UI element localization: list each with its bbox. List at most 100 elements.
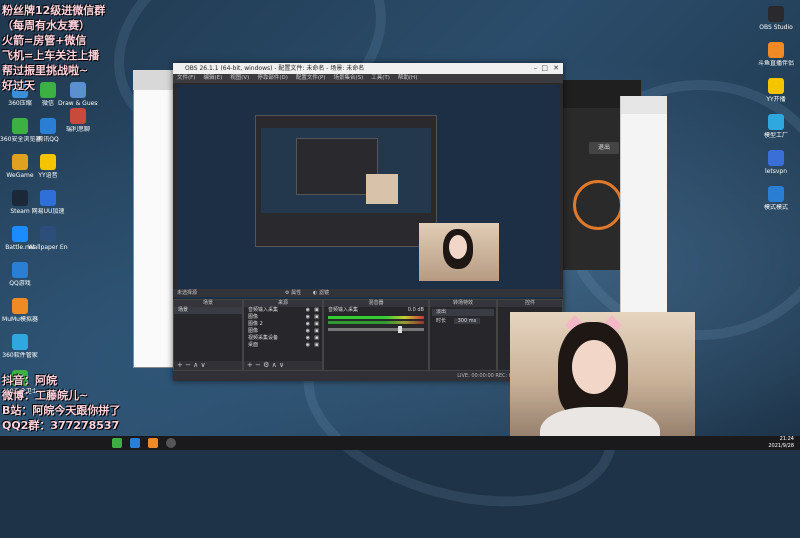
duration-field[interactable]: 300 ms xyxy=(453,318,481,324)
app-icon xyxy=(12,154,28,170)
source-item[interactable]: 图像 ◉ ▣ xyxy=(244,314,322,321)
desktop-icon-label: OBS Studio xyxy=(759,24,793,31)
desktop-icon[interactable]: Draw & Guess xyxy=(58,82,98,107)
filters-button[interactable]: ◐ 滤镜 xyxy=(313,289,329,297)
obs-menu-item[interactable]: 视图(V) xyxy=(230,75,249,81)
eye-icon[interactable]: ◉ xyxy=(306,335,310,342)
lock-icon[interactable]: ▣ xyxy=(314,328,319,335)
desktop-icon[interactable]: YY语音 xyxy=(28,154,68,179)
maximize-icon[interactable]: □ xyxy=(541,63,548,74)
app-icon xyxy=(40,118,56,134)
mixer-dock[interactable]: 混音器 音频输入采集 0.0 dB xyxy=(323,299,429,371)
right-app-button[interactable]: 退出 xyxy=(589,142,619,154)
overlay-text-line: （每周有水友赛） xyxy=(2,19,90,32)
mixer-dock-title: 混音器 xyxy=(324,300,428,307)
properties-button[interactable]: ⚙ 属性 xyxy=(285,289,301,297)
sources-dock-title: 来源 xyxy=(244,300,322,307)
taskbar-app-2[interactable] xyxy=(130,438,140,448)
taskbar-clock[interactable]: 21:24 2021/9/28 xyxy=(768,436,794,450)
source-item[interactable]: 音频输入采集 ◉ ▣ xyxy=(244,307,322,314)
sources-controls[interactable]: + − ⚙ ∧ ∨ xyxy=(244,361,322,370)
source-item[interactable]: 视频采集设备 ◉ ▣ xyxy=(244,335,322,342)
volume-slider[interactable] xyxy=(328,326,424,333)
obs-menu-item[interactable]: 停靠部件(D) xyxy=(257,75,288,81)
app-icon xyxy=(768,114,784,130)
lock-icon[interactable]: ▣ xyxy=(314,314,319,321)
mixer-channel-name: 音频输入采集 xyxy=(328,307,359,313)
obs-menu-item[interactable]: 帮助(H) xyxy=(398,75,417,81)
overlay-text-line: B站：阿皖今天跟你拼了 xyxy=(2,404,121,417)
desktop-icon-label: letsvpn xyxy=(765,168,787,175)
taskbar-obs-icon[interactable] xyxy=(166,438,176,448)
obs-title-text: OBS 26.1.1 (64-bit, windows) - 配置文件: 未命名… xyxy=(185,65,365,72)
source-item[interactable]: 桌面 ◉ ▣ xyxy=(244,342,322,349)
overlay-text-line: 火箭=房管+微信 xyxy=(2,34,87,47)
lock-icon[interactable]: ▣ xyxy=(314,307,319,314)
desktop-icon[interactable]: 网易UU加速 xyxy=(28,190,68,215)
transition-type-select[interactable]: 淡出 xyxy=(432,309,494,316)
webcam-overlay xyxy=(510,312,695,450)
app-icon xyxy=(40,82,56,98)
desktop-icon-label: 模型工厂 xyxy=(763,132,788,139)
app-icon xyxy=(12,226,28,242)
obs-menu-item[interactable]: 场景集合(S) xyxy=(333,75,363,81)
right-settings-window[interactable] xyxy=(620,96,667,314)
obs-menu-item[interactable]: 编辑(E) xyxy=(203,75,222,81)
scenes-controls[interactable]: + − ∧ ∨ xyxy=(174,361,242,370)
lock-icon[interactable]: ▣ xyxy=(314,321,319,328)
obs-window[interactable]: OBS 26.1.1 (64-bit, windows) - 配置文件: 未命名… xyxy=(173,63,563,381)
desktop-icon[interactable]: QQ游戏 xyxy=(0,262,40,287)
eye-icon[interactable]: ◉ xyxy=(306,314,310,321)
overlay-text-line: 好过天 xyxy=(2,79,35,92)
desktop-icon[interactable]: 瑞利思聊 xyxy=(58,108,98,133)
desktop-icon[interactable]: letsvpn xyxy=(756,150,796,175)
overlay-text-line: 微博：工藤皖儿~ xyxy=(2,389,89,402)
eye-icon[interactable]: ◉ xyxy=(306,342,310,349)
overlay-text-line: 粉丝牌12级进微信群 xyxy=(2,4,106,17)
desktop-icon[interactable]: 模型工厂 xyxy=(756,114,796,139)
desktop-icon-label: 腾讯QQ xyxy=(37,136,59,143)
app-icon xyxy=(40,226,56,242)
desktop-icon[interactable]: OBS Studio xyxy=(756,6,796,31)
desktop-icon[interactable]: YY开播 xyxy=(756,78,796,103)
obs-menu-item[interactable]: 工具(T) xyxy=(371,75,390,81)
app-icon xyxy=(12,334,28,350)
eye-icon[interactable]: ◉ xyxy=(306,307,310,314)
right-app-ring xyxy=(573,180,623,230)
source-item-label: 音频输入采集 xyxy=(248,307,279,313)
desktop-icon-label: 模式模式 xyxy=(763,204,788,211)
taskbar-app-1[interactable] xyxy=(112,438,122,448)
background-window-strip xyxy=(133,70,178,90)
app-icon xyxy=(70,108,86,124)
desktop-icon[interactable]: Wallpaper Engine xyxy=(28,226,68,251)
taskbar-app-3[interactable] xyxy=(148,438,158,448)
minimize-icon[interactable]: – xyxy=(534,63,538,74)
transitions-dock[interactable]: 转场特效 淡出 时长 300 ms xyxy=(429,299,497,371)
taskbar: 21:24 2021/9/28 xyxy=(0,436,800,450)
obs-menu-item[interactable]: 文件(F) xyxy=(177,75,195,81)
close-icon[interactable]: ✕ xyxy=(553,63,559,74)
desktop-icon[interactable]: 斗鱼直播伴侣 xyxy=(756,42,796,67)
preview-camera xyxy=(419,223,499,281)
scene-item[interactable]: 场景 xyxy=(174,307,242,314)
app-icon xyxy=(768,150,784,166)
preview-nested-obs xyxy=(255,115,437,247)
source-item-label: 图像 xyxy=(248,328,259,334)
obs-title-bar[interactable]: OBS 26.1.1 (64-bit, windows) - 配置文件: 未命名… xyxy=(173,63,563,74)
desktop-icon[interactable]: 模式模式 xyxy=(756,186,796,211)
scenes-dock-title: 场景 xyxy=(174,300,242,307)
lock-icon[interactable]: ▣ xyxy=(314,335,319,342)
lock-icon[interactable]: ▣ xyxy=(314,342,319,349)
obs-menu-bar: 文件(F) 编辑(E) 视图(V) 停靠部件(D) 配置文件(P) 场景集合(S) 工具(T… xyxy=(173,74,563,83)
app-icon xyxy=(40,154,56,170)
streamer-face xyxy=(572,340,616,394)
sources-dock[interactable]: 来源 音频输入采集 ◉ ▣ 图像 ◉ ▣ 图像 2 ◉ ▣ 图像 ◉ ▣ 视频采集设备 ◉ ▣ 桌面 ◉ ▣ + … xyxy=(243,299,323,371)
eye-icon[interactable]: ◉ xyxy=(306,328,310,335)
source-item[interactable]: 图像 2 ◉ ▣ xyxy=(244,321,322,328)
source-item[interactable]: 图像 ◉ ▣ xyxy=(244,328,322,335)
eye-icon[interactable]: ◉ xyxy=(306,321,310,328)
desktop-icon[interactable]: 360软件管家 xyxy=(0,334,40,359)
scenes-dock[interactable]: 场景 场景 + − ∧ ∨ xyxy=(173,299,243,371)
obs-menu-item[interactable]: 配置文件(P) xyxy=(296,75,326,81)
desktop-icon[interactable]: MuMu模拟器 xyxy=(0,298,40,323)
